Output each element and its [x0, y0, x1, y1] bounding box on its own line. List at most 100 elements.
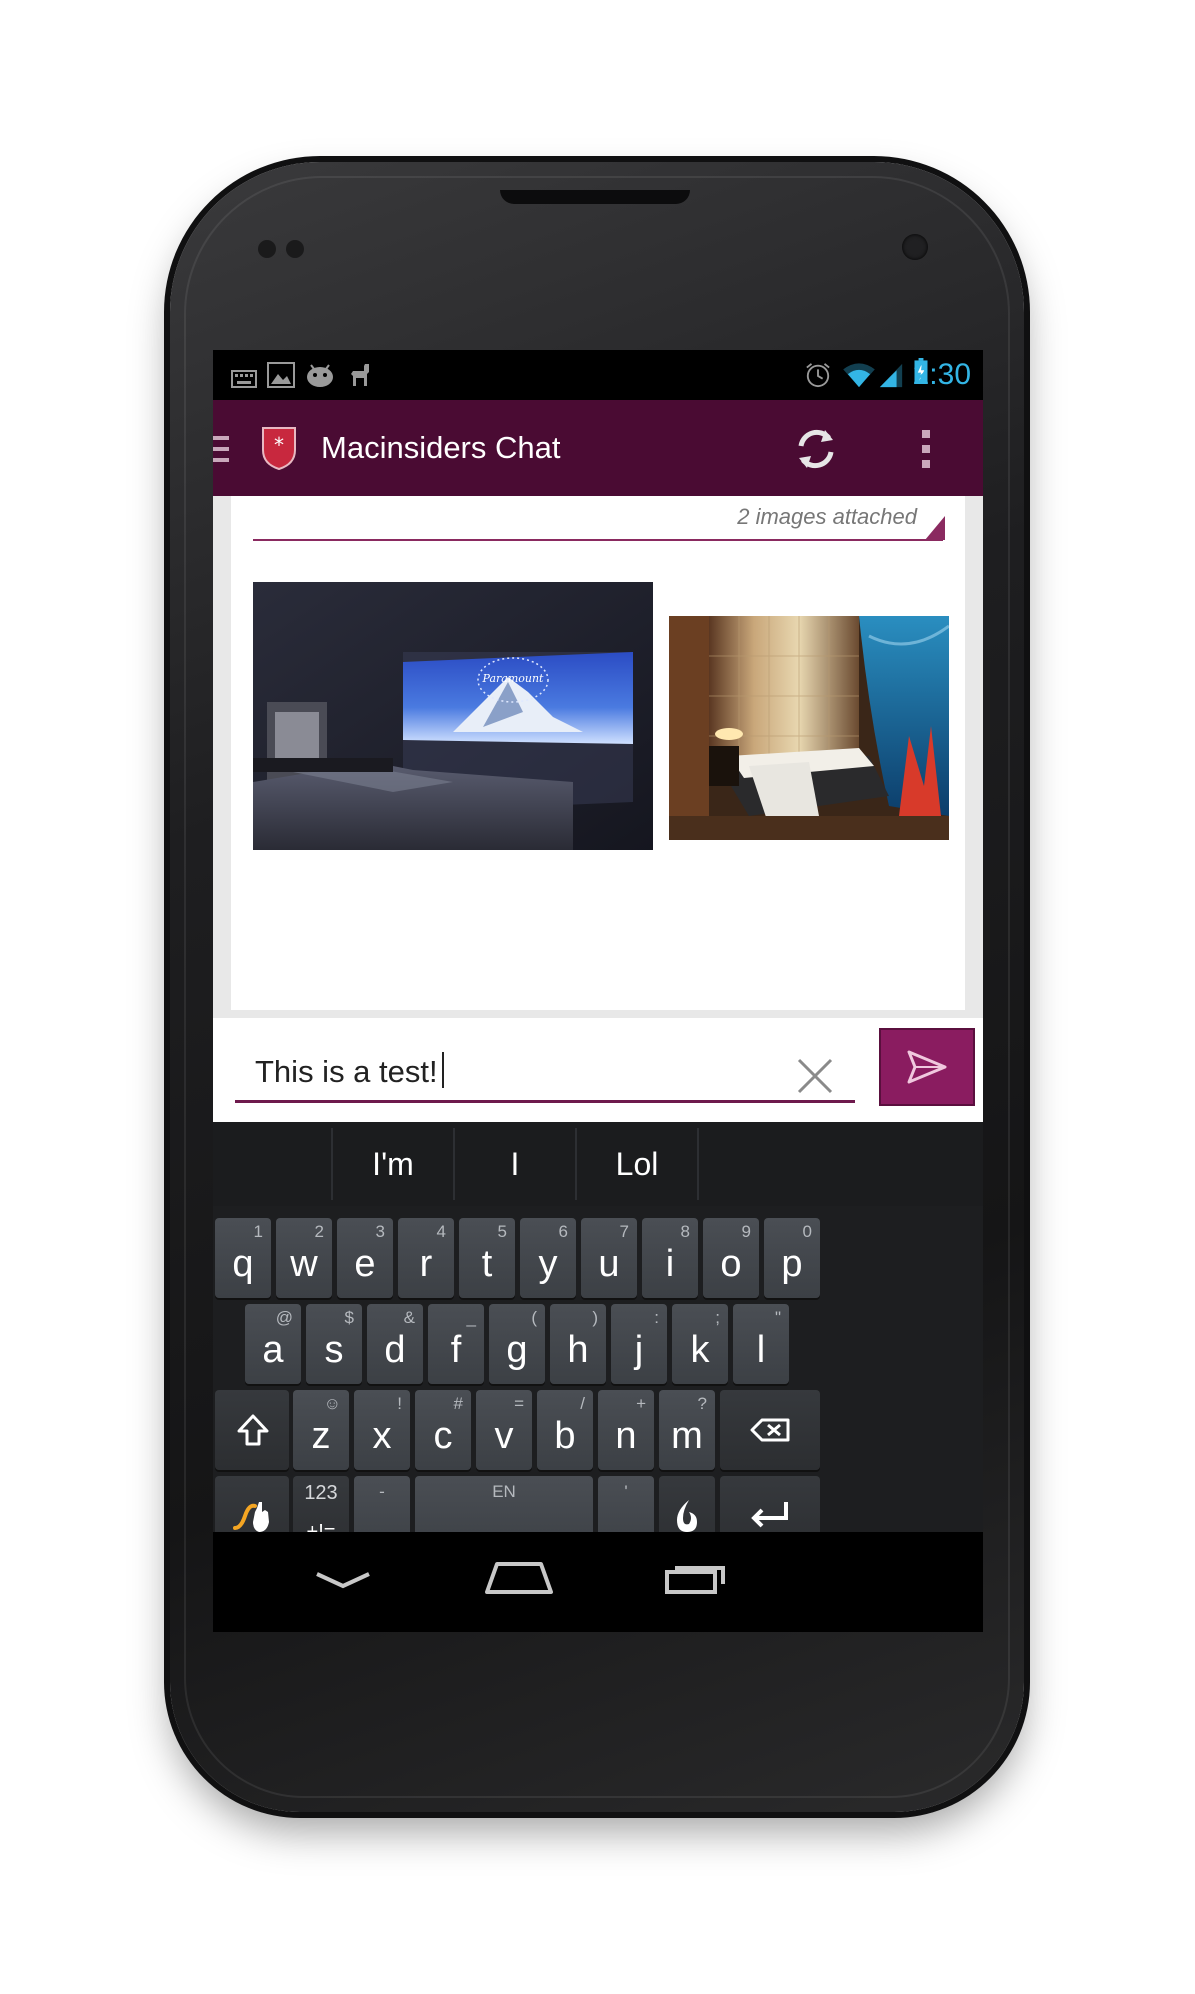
key-shift[interactable]: [215, 1390, 289, 1470]
screen: 2:30 * Macinsiders Chat 2 images attache…: [213, 350, 983, 1632]
key-hint: 5: [497, 1222, 507, 1241]
key-label: t: [481, 1243, 493, 1285]
send-icon: [907, 1050, 947, 1084]
key-r[interactable]: 4r: [398, 1218, 454, 1298]
navigation-bar: [213, 1532, 983, 1632]
key-hint: 6: [558, 1222, 568, 1241]
compose-bar: This is a test!: [213, 1018, 983, 1122]
clear-text-icon[interactable]: [795, 1056, 835, 1096]
key-z[interactable]: ☺ z: [293, 1390, 349, 1470]
key-c[interactable]: # c: [415, 1390, 471, 1470]
home-icon[interactable]: [483, 1560, 555, 1594]
key-o[interactable]: 9o: [703, 1218, 759, 1298]
key-label: k: [690, 1329, 710, 1371]
key-j[interactable]: :j: [611, 1304, 667, 1384]
key-label: z: [311, 1415, 331, 1457]
key-label: c: [433, 1415, 453, 1457]
key-s[interactable]: $ s: [306, 1304, 362, 1384]
key-label: r: [419, 1243, 433, 1285]
key-b[interactable]: / b: [537, 1390, 593, 1470]
key-hint: @: [275, 1308, 293, 1327]
android-icon: [307, 364, 333, 387]
suggestion-2[interactable]: I: [455, 1122, 575, 1206]
soft-keyboard: I'm I Lol 1q 2w 3e 4r 5t 6y 7u 8i 9o 0p …: [213, 1122, 983, 1556]
status-bar: 2:30: [213, 350, 983, 400]
key-y[interactable]: 6y: [520, 1218, 576, 1298]
key-hint: +: [636, 1394, 646, 1413]
key-t[interactable]: 5t: [459, 1218, 515, 1298]
space-language-hint: EN: [492, 1482, 516, 1501]
message-input[interactable]: This is a test!: [235, 1032, 855, 1103]
refresh-icon[interactable]: [791, 424, 841, 474]
key-m[interactable]: ? m: [659, 1390, 715, 1470]
key-p[interactable]: 0p: [764, 1218, 820, 1298]
key-label: i: [665, 1243, 675, 1285]
light-sensor: [286, 240, 304, 258]
key-i[interactable]: 8i: [642, 1218, 698, 1298]
key-e[interactable]: 3e: [337, 1218, 393, 1298]
key-hint: ;: [715, 1308, 720, 1327]
attached-image-aquarium-bedroom[interactable]: [669, 616, 949, 840]
key-l[interactable]: " l: [733, 1304, 789, 1384]
key-q[interactable]: 1q: [215, 1218, 271, 1298]
key-label: x: [372, 1415, 392, 1457]
key-h[interactable]: ) h: [550, 1304, 606, 1384]
back-icon[interactable]: [315, 1570, 371, 1590]
key-label: o: [720, 1243, 742, 1285]
key-hint: ): [592, 1308, 598, 1327]
wifi-icon: [843, 363, 875, 388]
key-hint: =: [514, 1394, 524, 1413]
symbols-label-top: 123: [304, 1482, 338, 1504]
suggestion-1[interactable]: I'm: [333, 1122, 453, 1206]
key-g[interactable]: (g: [489, 1304, 545, 1384]
send-button[interactable]: [879, 1028, 975, 1106]
attachment-corner-marker: [925, 516, 945, 540]
key-label: y: [538, 1243, 558, 1285]
key-a[interactable]: @ a: [245, 1304, 301, 1384]
text-caret: [441, 1052, 444, 1088]
key-label: d: [384, 1329, 406, 1371]
key-hint: -: [379, 1482, 385, 1501]
key-u[interactable]: 7u: [581, 1218, 637, 1298]
key-label: h: [567, 1329, 589, 1371]
key-f[interactable]: _ f: [428, 1304, 484, 1384]
key-hint: 3: [375, 1222, 385, 1241]
key-label: j: [634, 1329, 644, 1371]
key-n[interactable]: + n: [598, 1390, 654, 1470]
key-label: w: [290, 1243, 318, 1285]
key-label: g: [506, 1329, 528, 1371]
recents-icon[interactable]: [665, 1560, 731, 1594]
key-w[interactable]: 2w: [276, 1218, 332, 1298]
status-time: 2:30: [912, 358, 971, 391]
key-x[interactable]: ! x: [354, 1390, 410, 1470]
key-hint: ☺: [323, 1394, 341, 1413]
key-hint: /: [580, 1394, 585, 1413]
overflow-menu-icon[interactable]: [919, 428, 933, 470]
key-hint: :: [654, 1308, 659, 1327]
key-hint: ": [774, 1308, 781, 1327]
enter-icon: [751, 1502, 788, 1528]
message-input-underline: [235, 1100, 855, 1103]
key-hint: 0: [802, 1222, 812, 1241]
suggestion-3[interactable]: Lol: [577, 1122, 697, 1206]
drawer-indicator-icon[interactable]: [213, 434, 233, 464]
key-label: e: [354, 1243, 376, 1285]
key-label: u: [598, 1243, 620, 1285]
key-k[interactable]: ; k: [672, 1304, 728, 1384]
action-bar: * Macinsiders Chat: [213, 400, 983, 496]
action-bar-title: Macinsiders Chat: [321, 430, 561, 465]
key-backspace[interactable]: [720, 1390, 820, 1470]
attachment-divider: [253, 539, 943, 541]
front-camera: [902, 234, 928, 260]
key-v[interactable]: = v: [476, 1390, 532, 1470]
app-logo-shield-icon[interactable]: *: [261, 426, 297, 470]
key-d[interactable]: & d: [367, 1304, 423, 1384]
message-input-text: This is a test!: [255, 1054, 438, 1089]
key-label: n: [615, 1415, 637, 1457]
attachment-card: 2 images attached Paramount: [231, 496, 965, 1010]
attached-image-projector-bedroom[interactable]: Paramount: [253, 582, 653, 850]
svg-text:*: *: [274, 433, 284, 457]
svg-text:Paramount: Paramount: [482, 672, 545, 685]
key-label: m: [671, 1415, 703, 1457]
attachment-count-label: 2 images attached: [737, 504, 917, 529]
